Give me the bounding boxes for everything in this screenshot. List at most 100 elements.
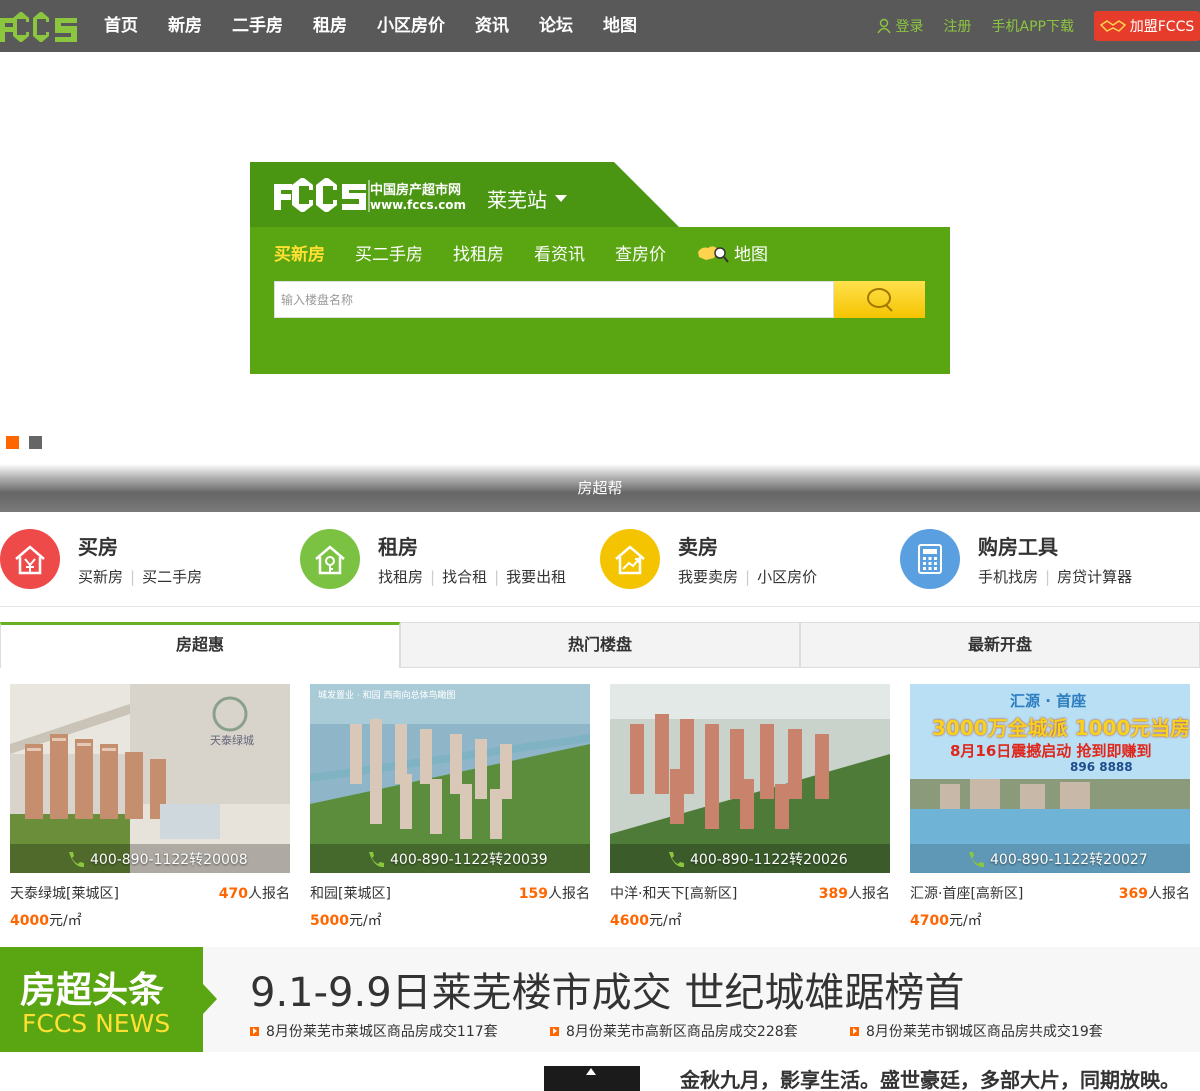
- app-download-link[interactable]: 手机APP下载: [992, 16, 1074, 36]
- project-card[interactable]: 天泰绿城 400-890-1122转20008 天泰绿城[莱城区] 470人报名 …: [10, 684, 290, 930]
- link-shared-rent[interactable]: 找合租: [423, 566, 487, 587]
- project-image[interactable]: 汇源 · 首座 3000万全城派 1000元当房东 8月16日震撼启动 抢到即赚…: [910, 684, 1190, 873]
- tab-read-news[interactable]: 看资讯: [534, 240, 585, 265]
- link-community-price[interactable]: 小区房价: [738, 566, 817, 587]
- tab-buy-second[interactable]: 买二手房: [355, 240, 423, 265]
- link-let-out[interactable]: 我要出租: [487, 566, 566, 587]
- signup-suffix: 人报名: [848, 886, 890, 902]
- news-teaser[interactable]: 金秋九月，影享生活。盛世豪廷，多部大片，同期放映。: [680, 1064, 1180, 1091]
- nav-news[interactable]: 资讯: [475, 0, 509, 52]
- signup-suffix: 人报名: [248, 886, 290, 902]
- news-label-cn: 房超头条: [20, 970, 165, 1011]
- tab-find-rent[interactable]: 找租房: [453, 240, 504, 265]
- tab-buy-new[interactable]: 买新房: [274, 240, 325, 265]
- search-button[interactable]: [834, 281, 925, 318]
- news-headline[interactable]: 9.1-9.9日莱芜楼市成交 世纪城雄踞榜首: [250, 960, 964, 1018]
- buy-house-icon[interactable]: [0, 529, 60, 589]
- hotline-number: 400-890-1122转20027: [990, 852, 1148, 868]
- brand-cn-name: 中国房产超市网: [370, 183, 462, 198]
- service-tools: 购房工具 手机找房 房贷计算器: [900, 528, 1132, 590]
- service-title: 购房工具: [978, 535, 1058, 559]
- news-item[interactable]: 8月份莱芜市高新区商品房成交228套: [550, 1021, 798, 1041]
- link-mobile-search[interactable]: 手机找房: [978, 566, 1038, 587]
- login-link[interactable]: 登录: [876, 16, 924, 36]
- image-overlay-text: 城发置业 · 和园 西南向总体鸟瞰图: [318, 691, 456, 701]
- carousel-dot-1[interactable]: [6, 436, 19, 449]
- news-item-text: 8月份莱芜市高新区商品房成交228套: [566, 1024, 798, 1040]
- main-nav: 首页 新房 二手房 租房 小区房价 资讯 论坛 地图: [104, 0, 667, 52]
- hotline-number: 400-890-1122转20008: [90, 852, 248, 868]
- fangchaobang-banner: 房超帮: [0, 464, 1200, 512]
- hotline[interactable]: 400-890-1122转20027: [966, 849, 1148, 869]
- rent-key-icon[interactable]: [300, 529, 360, 589]
- link-buy-second[interactable]: 买二手房: [123, 566, 202, 587]
- link-loan-calculator[interactable]: 房贷计算器: [1038, 566, 1132, 587]
- carousel-dots: [6, 436, 52, 449]
- tab-new-openings[interactable]: 最新开盘: [800, 622, 1200, 668]
- signup-count: 369: [1118, 886, 1148, 902]
- nav-map[interactable]: 地图: [603, 0, 637, 52]
- project-image[interactable]: 天泰绿城 400-890-1122转20008: [10, 684, 290, 873]
- service-title: 租房: [378, 535, 418, 559]
- station-selector[interactable]: 莱芜站: [487, 184, 567, 213]
- map-search-icon: [698, 245, 729, 263]
- service-sell: 卖房 我要卖房 小区房价: [600, 528, 817, 590]
- service-rent: 租房 找租房 找合租 我要出租: [300, 528, 566, 590]
- price-unit: 元/㎡: [48, 913, 82, 929]
- login-label: 登录: [895, 19, 924, 35]
- carousel-dot-2[interactable]: [29, 436, 42, 449]
- tab-fangchaohui[interactable]: 房超惠: [0, 622, 400, 668]
- join-label: 加盟FCCS: [1129, 19, 1195, 35]
- brand-url: www.fccs.com: [370, 198, 467, 212]
- image-overlay-date: 8月16日震撼启动 抢到即赚到: [950, 742, 1152, 760]
- service-buy: 买房 买新房 买二手房: [0, 528, 202, 590]
- search-icon: [866, 287, 893, 312]
- project-card[interactable]: 城发置业 · 和园 西南向总体鸟瞰图 400-890-1122转20039 和园…: [310, 684, 590, 930]
- project-name[interactable]: 和园[莱城区]: [310, 883, 391, 903]
- nav-forum[interactable]: 论坛: [539, 0, 573, 52]
- signup-suffix: 人报名: [1148, 886, 1190, 902]
- hotline[interactable]: 400-890-1122转20008: [66, 849, 248, 869]
- news-thumbnail[interactable]: [544, 1066, 640, 1091]
- project-card[interactable]: 400-890-1122转20026 中洋·和天下[高新区] 389人报名 460…: [610, 684, 890, 930]
- search-input[interactable]: [274, 281, 834, 318]
- project-name[interactable]: 天泰绿城[莱城区]: [10, 883, 119, 903]
- calculator-icon[interactable]: [900, 529, 960, 589]
- handshake-icon: [1099, 20, 1126, 32]
- project-card[interactable]: 汇源 · 首座 3000万全城派 1000元当房东 8月16日震撼启动 抢到即赚…: [910, 684, 1190, 930]
- nav-community-price[interactable]: 小区房价: [377, 0, 445, 52]
- tab-map[interactable]: 地图: [696, 240, 798, 265]
- play-bullet-icon: [850, 1026, 859, 1036]
- link-find-rent[interactable]: 找租房: [378, 566, 423, 587]
- nav-home[interactable]: 首页: [104, 0, 138, 52]
- map-label: 地图: [734, 245, 768, 265]
- sell-house-icon[interactable]: [600, 529, 660, 589]
- station-label: 莱芜站: [487, 188, 547, 212]
- project-image[interactable]: 城发置业 · 和园 西南向总体鸟瞰图 400-890-1122转20039: [310, 684, 590, 873]
- news-item[interactable]: 8月份莱芜市钢城区商品房共成交19套: [850, 1021, 1103, 1041]
- hotline-number: 400-890-1122转20026: [690, 852, 848, 868]
- nav-rent[interactable]: 租房: [313, 0, 347, 52]
- hotline[interactable]: 400-890-1122转20026: [666, 849, 848, 869]
- nav-second-hand[interactable]: 二手房: [232, 0, 283, 52]
- news-item[interactable]: 8月份莱芜市莱城区商品房成交117套: [250, 1021, 498, 1041]
- link-sell[interactable]: 我要卖房: [678, 566, 738, 587]
- project-image[interactable]: 400-890-1122转20026: [610, 684, 890, 873]
- link-buy-new[interactable]: 买新房: [78, 566, 123, 587]
- hotline-number: 400-890-1122转20039: [390, 852, 548, 868]
- hotline[interactable]: 400-890-1122转20039: [366, 849, 548, 869]
- join-fccs-button[interactable]: 加盟FCCS: [1094, 11, 1200, 41]
- image-overlay-title: 汇源 · 首座: [1010, 692, 1087, 710]
- tab-hot-projects[interactable]: 热门楼盘: [400, 622, 800, 668]
- project-name[interactable]: 中洋·和天下[高新区]: [610, 883, 737, 903]
- tab-check-price[interactable]: 查房价: [615, 240, 666, 265]
- nav-new-house[interactable]: 新房: [168, 0, 202, 52]
- image-overlay-promo: 3000万全城派 1000元当房东: [932, 716, 1190, 740]
- fccs-news-section: 房超头条 FCCS NEWS 9.1-9.9日莱芜楼市成交 世纪城雄踞榜首 8月…: [0, 947, 1200, 1052]
- register-link[interactable]: 注册: [944, 16, 972, 36]
- fccs-logo[interactable]: [0, 8, 80, 42]
- price-unit: 元/㎡: [948, 913, 982, 929]
- search-tabs: 买新房 买二手房 找租房 看资讯 查房价 地图: [274, 240, 828, 265]
- project-name[interactable]: 汇源·首座[高新区]: [910, 883, 1023, 903]
- service-title: 买房: [78, 535, 118, 559]
